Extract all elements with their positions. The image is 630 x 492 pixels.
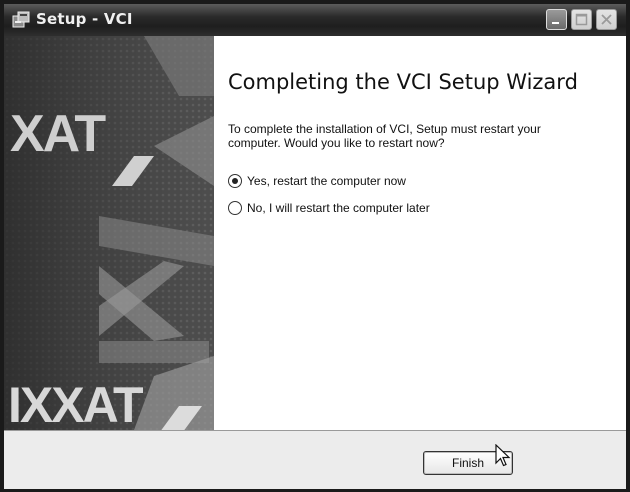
minimize-button[interactable] (546, 9, 567, 30)
banner-graphic (4, 36, 214, 430)
wizard-content: Completing the VCI Setup Wizard To compl… (214, 36, 626, 430)
mouse-pointer-icon (495, 444, 511, 467)
title-bar[interactable]: Setup - VCI (4, 4, 626, 36)
radio-unselected-icon[interactable] (228, 201, 242, 215)
wizard-footer: Finish (4, 430, 626, 489)
restart-later-label[interactable]: No, I will restart the computer later (247, 201, 430, 215)
restart-now-label[interactable]: Yes, restart the computer now (247, 174, 406, 188)
minimize-icon (552, 22, 559, 24)
close-button[interactable] (596, 9, 617, 30)
wizard-side-banner: XAT IXXAT (4, 36, 214, 430)
maximize-button[interactable] (571, 9, 592, 30)
restart-message: To complete the installation of VCI, Set… (228, 122, 541, 150)
brand-wordmark-bottom: IXXAT (8, 377, 144, 430)
window-title: Setup - VCI (36, 10, 133, 28)
wizard-heading: Completing the VCI Setup Wizard (228, 70, 578, 94)
maximize-icon (575, 13, 588, 26)
radio-selected-icon[interactable] (228, 174, 242, 188)
setup-app-icon (12, 11, 30, 29)
setup-window: Setup - VCI XAT IXXAT Completing the VCI… (0, 0, 630, 492)
close-icon (601, 14, 612, 25)
brand-wordmark-top: XAT (10, 105, 106, 163)
